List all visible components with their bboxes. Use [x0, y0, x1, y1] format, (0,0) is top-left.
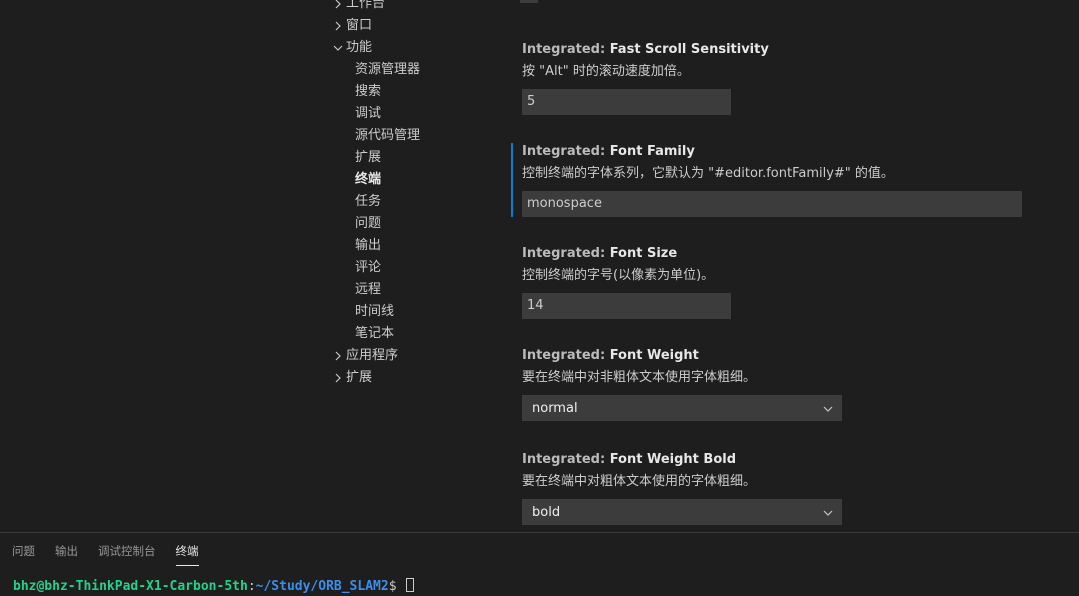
- setting-name: Font Size: [609, 246, 678, 261]
- terminal-prompt-line[interactable]: bhz@bhz-ThinkPad-X1-Carbon-5th:~/Study/O…: [13, 578, 415, 596]
- setting-description: 要在终端中对非粗体文本使用字体粗细。: [522, 370, 757, 385]
- setting-category: Integrated:: [522, 144, 610, 159]
- toc-item-search[interactable]: 搜索: [330, 81, 490, 103]
- setting-category: Integrated:: [522, 452, 610, 467]
- bottom-panel: 问题 输出 调试控制台 终端 bhz@bhz-ThinkPad-X1-Carbo…: [0, 532, 1079, 594]
- toc-item-application[interactable]: 应用程序: [330, 345, 490, 367]
- terminal-separator: :: [247, 579, 256, 594]
- select-value: normal: [532, 401, 578, 416]
- toc-item-label: 评论: [355, 260, 382, 275]
- chevron-right-icon: [332, 0, 344, 15]
- setting-font-weight-bold: Integrated: Font Weight Bold 要在终端中对粗体文本使…: [511, 451, 1031, 525]
- setting-font-family: Integrated: Font Family 控制终端的字体系列，它默认为 "…: [511, 143, 1031, 217]
- setting-title: Integrated: Font Size: [522, 245, 1031, 263]
- toc-item-label: 应用程序: [346, 348, 399, 363]
- setting-title: Integrated: Font Weight Bold: [522, 451, 1031, 469]
- tab-problems[interactable]: 问题: [12, 542, 35, 566]
- toc-item-window[interactable]: 窗口: [330, 15, 490, 37]
- terminal-cursor: [406, 578, 415, 592]
- toc-item-debug[interactable]: 调试: [330, 103, 490, 125]
- chevron-right-icon: [332, 367, 344, 389]
- toc-item-label: 功能: [346, 40, 373, 55]
- toc-item-label: 资源管理器: [355, 62, 421, 77]
- toc-item-notebook[interactable]: 笔记本: [330, 323, 490, 345]
- toc-item-label: 笔记本: [355, 326, 395, 341]
- toc-item-label: 输出: [355, 238, 382, 253]
- previous-setting-checkbox[interactable]: [520, 0, 538, 3]
- font-weight-bold-select[interactable]: bold: [522, 499, 842, 525]
- setting-font-weight: Integrated: Font Weight 要在终端中对非粗体文本使用字体粗…: [511, 347, 1031, 421]
- toc-item-label: 时间线: [355, 304, 395, 319]
- chevron-down-icon: [823, 406, 833, 412]
- panel-tabs: 问题 输出 调试控制台 终端: [12, 542, 219, 568]
- setting-name: Font Weight Bold: [609, 452, 737, 467]
- toc-item-explorer[interactable]: 资源管理器: [330, 59, 490, 81]
- toc-item-features[interactable]: 功能: [330, 37, 490, 59]
- toc-item-label: 远程: [355, 282, 382, 297]
- setting-name: Font Weight: [609, 348, 699, 363]
- font-family-input[interactable]: monospace: [522, 191, 1022, 217]
- tab-debug-console[interactable]: 调试控制台: [98, 542, 156, 566]
- toc-item-remote[interactable]: 远程: [330, 279, 490, 301]
- chevron-right-icon: [332, 15, 344, 37]
- toc-item-label: 源代码管理: [355, 128, 421, 143]
- fast-scroll-sensitivity-input[interactable]: 5: [522, 89, 731, 115]
- toc-item-comments[interactable]: 评论: [330, 257, 490, 279]
- setting-category: Integrated:: [522, 348, 610, 363]
- toc-item-workbench[interactable]: 工作台: [330, 0, 490, 15]
- chevron-down-icon: [332, 37, 344, 59]
- setting-name: Font Family: [609, 144, 695, 159]
- toc-item-terminal[interactable]: 终端: [330, 169, 490, 191]
- select-value: bold: [532, 505, 561, 520]
- font-weight-select[interactable]: normal: [522, 395, 842, 421]
- toc-item-tasks[interactable]: 任务: [330, 191, 490, 213]
- terminal-path: ~/Study/ORB_SLAM2: [255, 579, 389, 594]
- tab-terminal[interactable]: 终端: [175, 542, 199, 566]
- toc-item-label: 窗口: [346, 18, 373, 33]
- setting-title: Integrated: Font Family: [522, 143, 1031, 161]
- setting-description: 要在终端中对粗体文本使用的字体粗细。: [522, 474, 757, 489]
- toc-item-timeline[interactable]: 时间线: [330, 301, 490, 323]
- chevron-right-icon: [332, 345, 344, 367]
- setting-title: Integrated: Fast Scroll Sensitivity: [522, 41, 1031, 59]
- setting-title: Integrated: Font Weight: [522, 347, 1031, 365]
- setting-category: Integrated:: [522, 246, 610, 261]
- setting-description: 按 "Alt" 时的滚动速度加倍。: [522, 64, 690, 79]
- terminal-prompt-symbol: $: [388, 579, 405, 594]
- toc-item-problems[interactable]: 问题: [330, 213, 490, 235]
- toc-item-label: 工作台: [346, 0, 386, 11]
- chevron-down-icon: [823, 510, 833, 516]
- toc-item-label: 终端: [355, 172, 382, 187]
- setting-fast-scroll-sensitivity: Integrated: Fast Scroll Sensitivity 按 "A…: [511, 41, 1031, 115]
- setting-description: 控制终端的字体系列，它默认为 "#editor.fontFamily#" 的值。: [522, 166, 894, 181]
- setting-name: Fast Scroll Sensitivity: [609, 42, 769, 57]
- font-size-input[interactable]: 14: [522, 293, 731, 319]
- settings-editor: 工作台 窗口 功能 资源管理器 搜索 调试 源代码管理 扩展 终端 任务 问题 …: [0, 0, 1079, 532]
- toc-item-output[interactable]: 输出: [330, 235, 490, 257]
- setting-font-size: Integrated: Font Size 控制终端的字号(以像素为单位)。 1…: [511, 245, 1031, 319]
- toc-item-label: 搜索: [355, 84, 382, 99]
- toc-item-label: 问题: [355, 216, 382, 231]
- tab-output[interactable]: 输出: [55, 542, 78, 566]
- toc-item-extensions[interactable]: 扩展: [330, 147, 490, 169]
- toc-item-extensions-root[interactable]: 扩展: [330, 367, 490, 389]
- toc-item-label: 调试: [355, 106, 382, 121]
- terminal-user-host: bhz@bhz-ThinkPad-X1-Carbon-5th: [13, 579, 248, 594]
- toc-item-label: 扩展: [355, 150, 382, 165]
- toc-item-label: 扩展: [346, 370, 373, 385]
- setting-category: Integrated:: [522, 42, 610, 57]
- setting-description: 控制终端的字号(以像素为单位)。: [522, 268, 715, 283]
- settings-toc: 工作台 窗口 功能 资源管理器 搜索 调试 源代码管理 扩展 终端 任务 问题 …: [330, 0, 490, 389]
- toc-item-label: 任务: [355, 194, 382, 209]
- toc-item-scm[interactable]: 源代码管理: [330, 125, 490, 147]
